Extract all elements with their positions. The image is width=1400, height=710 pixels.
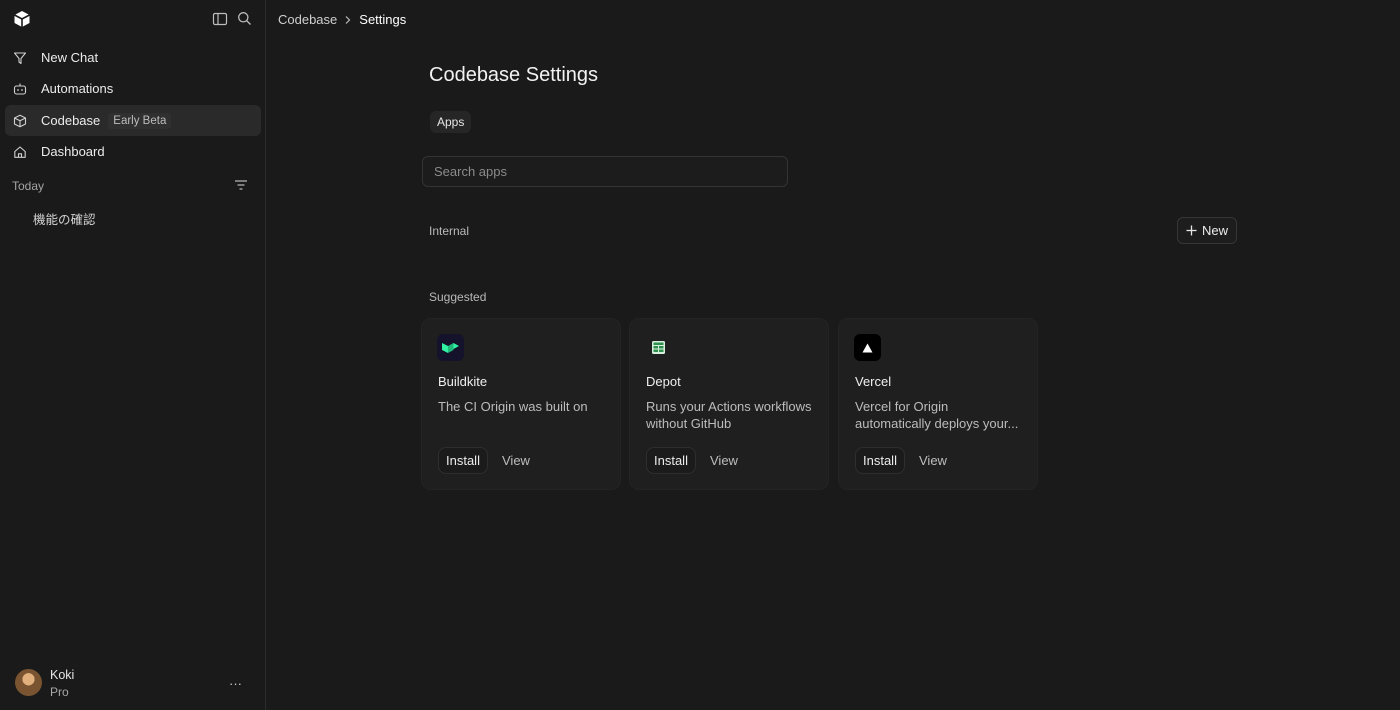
app-name: Vercel	[855, 374, 892, 389]
search-input[interactable]	[423, 157, 787, 186]
sidebar-toggle-icon[interactable]	[212, 11, 228, 27]
app-card-buildkite: Buildkite The CI Origin was built on Ins…	[421, 318, 621, 490]
search-apps-field[interactable]	[422, 156, 788, 187]
cube-icon	[13, 114, 27, 127]
user-name: Koki	[50, 668, 75, 682]
app-card-vercel: Vercel Vercel for Origin automatically d…	[838, 318, 1038, 490]
sidebar: New Chat Automations Codebase Early Beta	[0, 0, 266, 710]
sidebar-item-label: Codebase	[41, 113, 101, 128]
filter-icon[interactable]	[234, 179, 248, 191]
breadcrumb-settings: Settings	[359, 12, 407, 27]
suggested-section-label: Suggested	[429, 290, 487, 304]
app-window: New Chat Automations Codebase Early Beta	[0, 0, 1400, 710]
view-button[interactable]: View	[502, 447, 530, 474]
sidebar-item-new-chat[interactable]: New Chat	[5, 42, 261, 73]
install-button[interactable]: Install	[855, 447, 905, 474]
view-button[interactable]: View	[710, 447, 738, 474]
plus-icon	[1186, 225, 1197, 236]
page-title: Codebase Settings	[429, 64, 599, 86]
sidebar-item-label: Dashboard	[41, 144, 105, 159]
sidebar-item-label: New Chat	[41, 50, 99, 65]
tab-apps[interactable]: Apps	[430, 111, 472, 133]
history-section-label: Today	[12, 179, 45, 193]
app-description: The CI Origin was built on	[438, 399, 588, 414]
depot-icon	[645, 334, 672, 361]
install-button[interactable]: Install	[646, 447, 696, 474]
sidebar-item-dashboard[interactable]: Dashboard	[5, 136, 261, 167]
search-icon[interactable]	[237, 11, 252, 26]
new-app-button[interactable]: New	[1177, 217, 1237, 244]
new-button-label: New	[1201, 223, 1228, 238]
home-icon	[14, 145, 26, 158]
app-card-depot: Depot Runs your Actions workflows withou…	[629, 318, 829, 490]
history-item[interactable]: 機能の確認	[33, 209, 96, 228]
breadcrumb-codebase[interactable]: Codebase	[278, 12, 337, 27]
app-name: Buildkite	[438, 374, 488, 389]
internal-section-label: Internal	[429, 224, 470, 238]
user-plan: Pro	[50, 685, 69, 699]
more-options-icon[interactable]: ···	[229, 676, 245, 691]
breadcrumb: Codebase Settings	[278, 12, 406, 27]
vercel-triangle-icon	[854, 334, 881, 361]
new-chat-icon	[13, 51, 27, 64]
app-logo-icon[interactable]	[13, 10, 31, 28]
view-button[interactable]: View	[919, 447, 947, 474]
sidebar-item-label: Automations	[41, 81, 114, 96]
chevron-right-icon	[345, 15, 351, 24]
robot-icon	[13, 83, 27, 95]
app-description: Vercel for Origin automatically deploys …	[855, 399, 1019, 431]
sidebar-item-codebase[interactable]: Codebase Early Beta	[5, 105, 261, 136]
early-beta-badge: Early Beta	[108, 112, 172, 129]
avatar[interactable]	[15, 669, 42, 696]
sidebar-item-automations[interactable]: Automations	[5, 73, 261, 104]
buildkite-icon	[437, 334, 464, 361]
app-description: Runs your Actions workflows without GitH…	[646, 399, 812, 431]
install-button[interactable]: Install	[438, 447, 488, 474]
app-name: Depot	[646, 374, 681, 389]
